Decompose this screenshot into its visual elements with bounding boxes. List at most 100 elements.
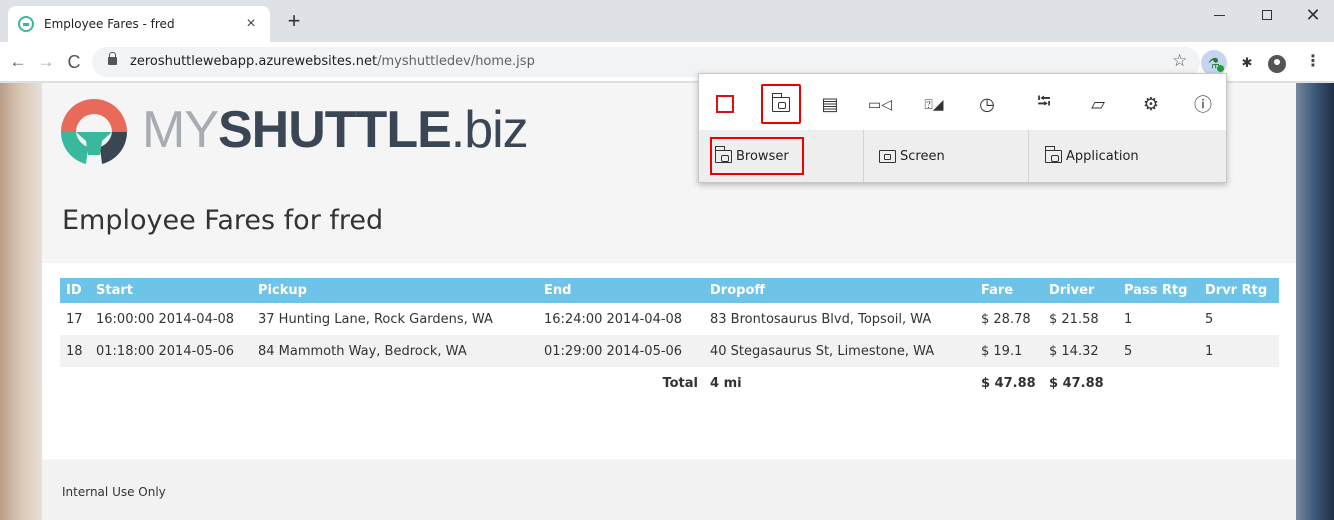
- minimize-button[interactable]: [1196, 0, 1242, 32]
- application-capture-icon: [1044, 145, 1062, 163]
- total-row: Total 4 mi $ 47.88 $ 47.88: [60, 367, 1279, 399]
- tab-title: Employee Fares - fred: [44, 17, 175, 31]
- myshuttle-logo[interactable]: MYSHUTTLE.biz: [56, 95, 529, 165]
- cell-dropoff: 40 Stegasaurus St, Limestone, WA: [704, 335, 975, 367]
- gear-icon: ⚙: [1142, 93, 1160, 114]
- new-tab-button[interactable]: +: [282, 10, 306, 34]
- settings-button[interactable]: ⚙: [1131, 84, 1171, 124]
- record-video-button[interactable]: ▭◁: [860, 84, 900, 124]
- browser-menu-button[interactable]: ⋮: [1300, 50, 1326, 74]
- table-row: 17 16:00:00 2014-04-08 37 Hunting Lane, …: [60, 303, 1279, 335]
- screen-capture-icon: [879, 149, 896, 163]
- back-button[interactable]: ←: [6, 50, 30, 74]
- cell-end: 16:24:00 2014-04-08: [544, 311, 683, 327]
- info-icon: ⓘ: [1194, 95, 1212, 115]
- logo-shuttle: SHUTTLE: [218, 101, 452, 159]
- logo-my: MY: [142, 101, 219, 159]
- cell-driver: $ 21.58: [1049, 311, 1099, 327]
- capture-source-tabs: Browser Screen Application: [699, 130, 1226, 182]
- cell-drvr-rtg: 5: [1205, 311, 1214, 327]
- timer-icon: ◷: [979, 93, 995, 114]
- url-path: /myshuttledev/home.jsp: [377, 54, 535, 69]
- capture-screen-label: Screen: [900, 148, 945, 164]
- total-spacer: [252, 367, 538, 399]
- col-id: ID: [60, 278, 90, 303]
- total-fare: $ 47.88: [981, 375, 1036, 391]
- col-pickup: Pickup: [252, 278, 538, 303]
- cell-end: 01:29:00 2014-05-06: [538, 335, 704, 367]
- cell-start: 16:00:00 2014-04-08: [96, 311, 235, 327]
- steering-wheel-icon: [61, 99, 127, 164]
- window-close-button[interactable]: ✕: [1290, 0, 1334, 32]
- col-start: Start: [90, 278, 252, 303]
- comment-icon: ▤: [821, 93, 839, 114]
- capture-application-tab[interactable]: Application: [1044, 130, 1139, 182]
- col-end: End: [538, 278, 704, 303]
- tab-strip: Employee Fares - fred × + ✕: [0, 0, 1334, 42]
- video-icon: ▭◁: [868, 95, 892, 112]
- timeline-button[interactable]: ◷: [967, 84, 1007, 124]
- browser-tab[interactable]: Employee Fares - fred ×: [8, 6, 270, 42]
- col-pass-rtg: Pass Rtg: [1118, 278, 1199, 303]
- cell-fare: $ 28.78: [981, 311, 1031, 327]
- crop-button[interactable]: ⭾: [1024, 84, 1064, 124]
- cell-pass-rtg: 1: [1124, 311, 1133, 327]
- fares-table: ID Start Pickup End Dropoff Fare Driver …: [60, 278, 1279, 399]
- cell-dropoff: 83 Brontosaurus Blvd, Topsoil, WA: [710, 311, 932, 327]
- total-spacer: [1199, 367, 1279, 399]
- total-label: Total: [662, 375, 698, 391]
- col-drvr-rtg: Drvr Rtg: [1199, 278, 1279, 303]
- cell-drvr-rtg: 1: [1199, 335, 1279, 367]
- cell-pickup: 84 Mammoth Way, Bedrock, WA: [252, 335, 538, 367]
- screenshot-button[interactable]: [761, 84, 801, 124]
- create-bug-button[interactable]: ⍰◢: [914, 84, 954, 124]
- url-host: zeroshuttlewebapp.azurewebsites.net: [130, 54, 378, 69]
- reload-button[interactable]: C: [62, 50, 86, 74]
- capture-screen-tab[interactable]: Screen: [879, 130, 945, 182]
- cell-pass-rtg: 5: [1118, 335, 1199, 367]
- lock-icon[interactable]: [108, 52, 117, 65]
- col-fare: Fare: [975, 278, 1043, 303]
- minimize-icon: [1213, 14, 1225, 16]
- tab-divider: [863, 130, 864, 182]
- device-icon: ▱: [1091, 93, 1105, 114]
- total-driver: $ 47.88: [1049, 375, 1104, 391]
- fares-panel: ID Start Pickup End Dropoff Fare Driver …: [42, 263, 1296, 459]
- extensions-puzzle-icon[interactable]: ✱: [1234, 50, 1260, 76]
- profile-button[interactable]: [1264, 50, 1290, 76]
- logo-wordmark: MYSHUTTLE.biz: [142, 95, 529, 165]
- bookmark-star-icon[interactable]: ☆: [1172, 51, 1187, 71]
- browser-capture-icon: [714, 145, 732, 163]
- add-note-button[interactable]: ▤: [810, 84, 850, 124]
- forward-button[interactable]: →: [34, 50, 58, 74]
- profile-icon: [1268, 55, 1286, 74]
- capture-browser-label: Browser: [736, 148, 789, 164]
- maximize-button[interactable]: [1244, 0, 1290, 32]
- file-issue-icon: ⍰◢: [924, 95, 944, 112]
- total-spacer: [1118, 367, 1199, 399]
- col-driver: Driver: [1043, 278, 1118, 303]
- stop-recording-button[interactable]: [705, 84, 745, 124]
- total-spacer: [60, 367, 90, 399]
- page-title: Employee Fares for fred: [62, 205, 384, 236]
- page-footer: Internal Use Only: [42, 461, 1296, 520]
- cell-start: 01:18:00 2014-05-06: [90, 335, 252, 367]
- capture-browser-tab[interactable]: Browser: [714, 130, 789, 182]
- tab-divider: [1028, 130, 1029, 182]
- favicon-icon: [18, 16, 34, 32]
- url-text[interactable]: zeroshuttlewebapp.azurewebsites.net/mysh…: [130, 54, 535, 69]
- col-dropoff: Dropoff: [704, 278, 975, 303]
- popup-toolbar: ▤ ▭◁ ⍰◢ ◷ ⭾ ▱ ⚙ ⓘ: [699, 74, 1226, 130]
- tab-close-button[interactable]: ×: [242, 15, 260, 33]
- capture-popup: ▤ ▭◁ ⍰◢ ◷ ⭾ ▱ ⚙ ⓘ Browser Screen Applica…: [698, 73, 1227, 183]
- cell-pickup: 37 Hunting Lane, Rock Gardens, WA: [258, 311, 493, 327]
- total-distance: 4 mi: [710, 375, 742, 391]
- total-spacer: [90, 367, 252, 399]
- stop-recording-icon: [716, 95, 734, 113]
- table-header-row: ID Start Pickup End Dropoff Fare Driver …: [60, 278, 1279, 303]
- info-button[interactable]: ⓘ: [1183, 84, 1223, 124]
- device-button[interactable]: ▱: [1078, 84, 1118, 124]
- footer-text: Internal Use Only: [62, 485, 166, 499]
- cell-driver: $ 14.32: [1043, 335, 1118, 367]
- cell-fare: $ 19.1: [975, 335, 1043, 367]
